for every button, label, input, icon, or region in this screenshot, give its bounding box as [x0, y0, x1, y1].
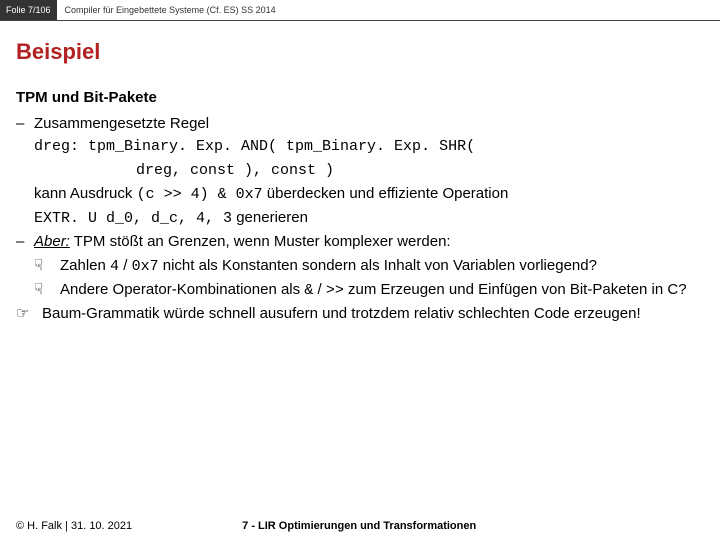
sub1-post: nicht als Konstanten sondern als Inhalt …: [159, 257, 597, 274]
sub2-code-a: &: [304, 282, 313, 299]
sub1-mid: /: [119, 257, 132, 274]
slide-counter: Folie 7/106: [0, 0, 57, 20]
body-text: – Zusammengesetzte Regel dreg: tpm_Binar…: [16, 112, 704, 325]
footer: © H. Falk | 31. 10. 2021 7 - LIR Optimie…: [16, 520, 704, 532]
aber-label: Aber:: [34, 233, 70, 250]
sub1-code-b: 0x7: [132, 258, 159, 275]
slide-content: Beispiel TPM und Bit-Pakete – Zusammenge…: [0, 21, 720, 325]
sub-bullet-1: ☟ Zahlen 4 / 0x7 nicht als Konstanten so…: [16, 254, 704, 278]
sub1-pre: Zahlen: [60, 257, 110, 274]
cover-code: (c >> 4) & 0x7: [137, 186, 263, 203]
header-bar: Folie 7/106 Compiler für Eingebettete Sy…: [0, 0, 720, 21]
dash-icon: –: [16, 230, 34, 253]
sub2-post: zum Erzeugen und Einfügen von Bit-Pakete…: [344, 281, 687, 298]
rule-line-1: dreg: tpm_Binary. Exp. AND( tpm_Binary. …: [16, 135, 704, 158]
aber-text: TPM stößt an Grenzen, wenn Muster komple…: [70, 233, 451, 250]
rule-line-2: dreg, const ), const ): [16, 159, 704, 182]
extr-post: generieren: [232, 209, 308, 226]
extr-code: EXTR. U d_0, d_c, 4, 3: [34, 210, 232, 227]
conclusion: ☞ Baum-Grammatik würde schnell ausufern …: [16, 302, 704, 325]
bullet-2: – Aber: TPM stößt an Grenzen, wenn Muste…: [16, 230, 704, 253]
point-icon: ☞: [16, 302, 42, 325]
chapter-label: 7 - LIR Optimierungen und Transformation…: [242, 520, 476, 532]
dash-icon: –: [16, 112, 34, 135]
sub2-mid: /: [313, 281, 326, 298]
bullet-1-label: Zusammengesetzte Regel: [34, 112, 209, 135]
sub2-pre: Andere Operator-Kombinationen als: [60, 281, 304, 298]
copyright: © H. Falk | 31. 10. 2021: [16, 520, 132, 532]
hand-icon: ☟: [34, 254, 60, 278]
sub1-code-a: 4: [110, 258, 119, 275]
cover-pre: kann Ausdruck: [34, 185, 137, 202]
subheading: TPM und Bit-Pakete: [16, 89, 704, 106]
cover-post: überdecken und effiziente Operation: [263, 185, 509, 202]
hand-icon: ☟: [34, 278, 60, 302]
sub2-code-b: >>: [326, 282, 344, 299]
bullet-1: – Zusammengesetzte Regel: [16, 112, 704, 135]
course-title: Compiler für Eingebettete Systeme (Cf. E…: [57, 0, 276, 20]
sub-bullet-2: ☟ Andere Operator-Kombinationen als & / …: [16, 278, 704, 302]
conclusion-text: Baum-Grammatik würde schnell ausufern un…: [42, 302, 641, 325]
cover-line: kann Ausdruck (c >> 4) & 0x7 überdecken …: [16, 182, 704, 206]
page-title: Beispiel: [16, 39, 704, 65]
extr-line: EXTR. U d_0, d_c, 4, 3 generieren: [16, 206, 704, 230]
